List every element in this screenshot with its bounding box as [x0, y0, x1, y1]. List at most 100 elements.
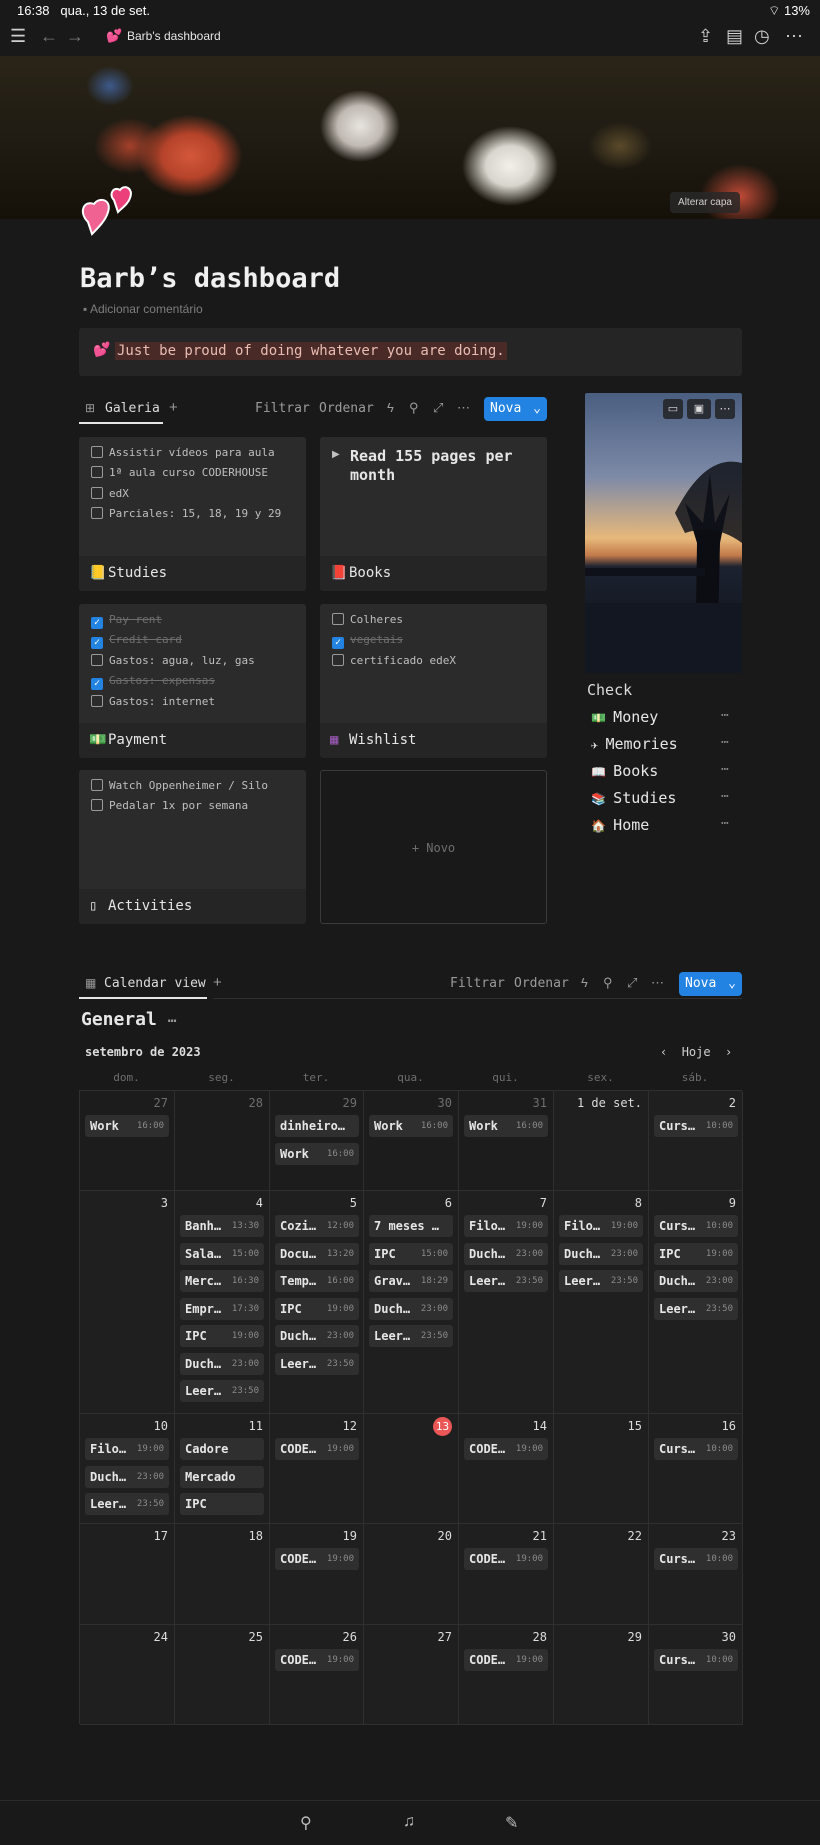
calendar-event[interactable]: Duch… 23:00 [369, 1297, 453, 1320]
calendar-day-cell[interactable]: 27 [364, 1625, 459, 1725]
checkbox[interactable] [91, 799, 103, 811]
checkbox-item[interactable]: edX [91, 487, 129, 500]
tab-galeria[interactable]: Galeria [105, 401, 160, 416]
calendar-event[interactable]: Curs… 10:00 [654, 1115, 738, 1137]
calendar-event[interactable]: IPC 15:00 [369, 1242, 453, 1265]
calendar-event[interactable]: Leer… 23:50 [464, 1270, 548, 1292]
checked-checkbox[interactable]: ✓ [91, 637, 103, 649]
calendar-day-cell[interactable]: 24 [80, 1625, 175, 1725]
checkbox-item[interactable]: ✓ Gastos: expensas [91, 674, 215, 690]
calendar-event[interactable]: IPC [180, 1493, 264, 1515]
filter-button[interactable]: Filtrar [450, 976, 505, 991]
card-payment[interactable]: ✓ Pay rent ✓ Credit card Gastos: agua, luz… [79, 604, 306, 758]
calendar-day-cell[interactable]: 22 [554, 1524, 649, 1625]
comment-icon[interactable]: ▭ [663, 399, 683, 419]
calendar-event[interactable]: CODE… 19:00 [464, 1548, 548, 1570]
resize-icon[interactable]: ▣ [687, 399, 711, 419]
calendar-day-cell[interactable]: 27 Work 16:00 [80, 1091, 175, 1191]
bell-icon[interactable]: ♫ [403, 1813, 415, 1831]
search-icon[interactable]: ⚲ [409, 400, 419, 416]
calendar-event[interactable]: Grav… 18:29 [369, 1270, 453, 1292]
calendar-day-cell[interactable]: 12 CODE… 19:00 [270, 1414, 364, 1524]
card-activities[interactable]: Watch Oppenheimer / Silo Pedalar 1x por … [79, 770, 306, 924]
checked-checkbox[interactable]: ✓ [332, 637, 344, 649]
calendar-event[interactable]: Curs… 10:00 [654, 1438, 738, 1460]
more-icon[interactable]: ⋯ [715, 399, 735, 419]
calendar-event[interactable]: Cadore [180, 1438, 264, 1460]
sort-button[interactable]: Ordenar [514, 976, 569, 991]
calendar-event[interactable]: Duch… 23:00 [275, 1325, 359, 1347]
calendar-day-cell[interactable]: 30 Curs… 10:00 [649, 1625, 743, 1725]
comments-icon[interactable]: ▤ [726, 26, 743, 47]
calendar-day-cell[interactable]: 6 7 meses … IPC 15:00 Grav… 18:29 Duch… 23:00 Le… [364, 1191, 459, 1414]
calendar-day-cell[interactable]: 2 Curs… 10:00 [649, 1091, 743, 1191]
more-icon[interactable]: ⋯ [721, 735, 729, 750]
checkbox-item[interactable]: 1ª aula curso CODERHOUSE [91, 466, 268, 479]
calendar-event[interactable]: Filo… 19:00 [464, 1215, 548, 1237]
callout-text[interactable]: Just be proud of doing whatever you are … [115, 342, 507, 360]
calendar-event[interactable]: Leer… 23:50 [275, 1352, 359, 1375]
toggle-heading[interactable]: Read 155 pages per month [350, 447, 540, 485]
calendar-day-cell[interactable]: 26 CODE… 19:00 [270, 1625, 364, 1725]
expand-icon[interactable]: ⤢ [627, 975, 637, 991]
filter-button[interactable]: Filtrar [255, 401, 310, 416]
calendar-day-cell[interactable]: 14 CODE… 19:00 [459, 1414, 554, 1524]
checkbox[interactable] [91, 446, 103, 458]
more-icon[interactable]: ⋯ [457, 400, 470, 416]
calendar-day-cell[interactable]: 19 CODE… 19:00 [270, 1524, 364, 1625]
calendar-day-cell[interactable]: 23 Curs… 10:00 [649, 1524, 743, 1625]
calendar-day-cell[interactable]: 10 Filo… 19:00 Duch… 23:00 Leer… 23:50 [80, 1414, 175, 1524]
calendar-day-cell[interactable]: 5 Cozi… 12:00 Docu… 13:20 Temp… 16:00 IPC 19:00 D… [270, 1191, 364, 1414]
calendar-event[interactable]: Work 16:00 [369, 1115, 453, 1137]
more-icon[interactable]: ⋯ [721, 762, 729, 777]
checkbox-item[interactable]: Parciales: 15, 18, 19 y 29 [91, 507, 281, 520]
new-card-button[interactable]: + Novo [320, 770, 547, 924]
menu-icon[interactable]: ☰ [10, 26, 26, 47]
calendar-event[interactable]: Curs… 10:00 [654, 1215, 738, 1237]
calendar-day-cell[interactable]: 4 Banh… 13:30 Sala… 15:00 Merc… 16:30 Empr… 17:3… [175, 1191, 270, 1414]
calendar-event[interactable]: Leer… 23:50 [369, 1325, 453, 1347]
calendar-event[interactable]: Docu… 13:20 [275, 1242, 359, 1265]
calendar-event[interactable]: CODE… 19:00 [464, 1649, 548, 1671]
automation-icon[interactable]: ϟ [387, 400, 394, 415]
history-icon[interactable]: ◷ [754, 26, 770, 47]
calendar-event[interactable]: Duch… 23:00 [180, 1352, 264, 1375]
checkbox[interactable] [332, 654, 344, 666]
checkbox-item[interactable]: Gastos: internet [91, 695, 215, 708]
calendar-event[interactable]: Leer… 23:50 [85, 1493, 169, 1515]
expand-icon[interactable]: ⤢ [433, 400, 443, 416]
calendar-day-cell[interactable]: 15 [554, 1414, 649, 1524]
more-icon[interactable]: ⋯ [651, 975, 664, 991]
calendar-event[interactable]: Work 16:00 [275, 1142, 359, 1165]
calendar-day-cell[interactable]: 13 [364, 1414, 459, 1524]
calendar-event[interactable]: Cozi… 12:00 [275, 1215, 359, 1237]
calendar-event[interactable]: Leer… 23:50 [654, 1297, 738, 1320]
more-icon[interactable]: ⋯ [721, 816, 729, 831]
calendar-event[interactable]: Duch… 23:00 [559, 1242, 643, 1265]
search-icon[interactable]: ⚲ [603, 975, 613, 991]
add-view-icon[interactable]: + [169, 399, 178, 416]
checkbox-item[interactable]: ✓ Credit card [91, 633, 182, 649]
back-arrow-icon[interactable]: ← [40, 26, 58, 47]
calendar-day-cell[interactable]: 28 [175, 1091, 270, 1191]
search-icon[interactable]: ⚲ [300, 1813, 312, 1833]
calendar-event[interactable]: Work 16:00 [85, 1115, 169, 1137]
calendar-event[interactable]: Duch… 23:00 [85, 1465, 169, 1488]
checked-checkbox[interactable]: ✓ [91, 678, 103, 690]
calendar-event[interactable]: Leer… 23:50 [180, 1380, 264, 1402]
add-comment-button[interactable]: ▪ Adicionar comentário [83, 302, 203, 316]
calendar-day-cell[interactable]: 20 [364, 1524, 459, 1625]
calendar-event[interactable]: Empr… 17:30 [180, 1297, 264, 1320]
calendar-event[interactable]: CODE… 19:00 [464, 1438, 548, 1460]
calendar-event[interactable]: 7 meses … [369, 1215, 453, 1237]
new-event-button[interactable]: Nova ⌄ [679, 972, 742, 996]
card-books[interactable]: Read 155 pages per month ▶ 📕 Books [320, 437, 547, 591]
calendar-day-cell[interactable]: 11 Cadore Mercado IPC [175, 1414, 270, 1524]
calendar-event[interactable]: CODE… 19:00 [275, 1548, 359, 1570]
checkbox[interactable] [332, 613, 344, 625]
calendar-event[interactable]: Curs… 10:00 [654, 1548, 738, 1570]
link-studies[interactable]: 📚 Studies ⋯ [591, 789, 729, 807]
two-hearts-icon[interactable] [78, 182, 140, 244]
new-item-button[interactable]: Nova ⌄ [484, 397, 547, 421]
link-memories[interactable]: ✈ Memories ⋯ [591, 735, 729, 753]
